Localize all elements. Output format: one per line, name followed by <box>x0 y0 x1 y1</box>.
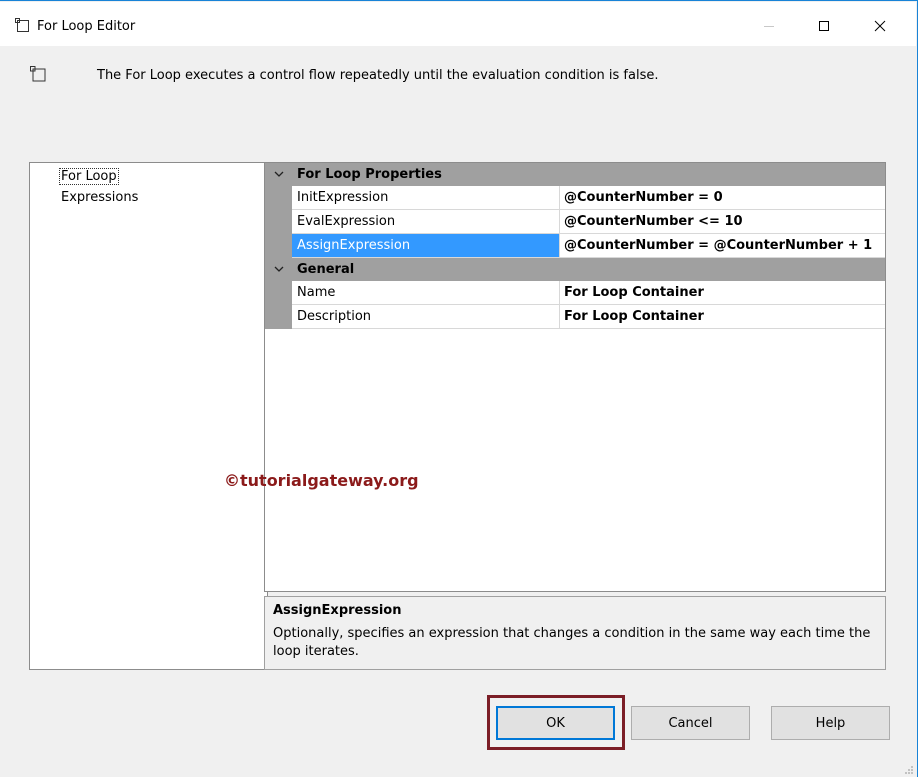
help-panel: AssignExpression Optionally, specifies a… <box>264 596 886 670</box>
chevron-down-icon[interactable] <box>273 263 285 275</box>
category-general[interactable]: General <box>265 258 885 281</box>
help-title: AssignExpression <box>273 603 402 618</box>
property-name: Name <box>292 281 560 304</box>
maximize-button[interactable] <box>802 6 846 46</box>
close-button[interactable] <box>858 6 902 46</box>
resize-grip-icon[interactable] <box>900 761 914 775</box>
property-row-initexpression[interactable]: InitExpression @CounterNumber = 0 <box>292 186 885 210</box>
property-row-name[interactable]: Name For Loop Container <box>292 281 885 305</box>
nav-item-expressions[interactable]: Expressions <box>61 190 138 205</box>
grid-margin <box>265 186 292 258</box>
close-icon <box>874 20 886 32</box>
watermark: ©tutorialgateway.org <box>224 471 419 490</box>
maximize-icon <box>819 21 829 31</box>
category-for-loop-properties[interactable]: For Loop Properties <box>265 163 885 186</box>
minimize-button[interactable] <box>747 6 791 46</box>
property-name: InitExpression <box>292 186 560 209</box>
window-title: For Loop Editor <box>37 19 136 34</box>
minimize-icon <box>764 26 774 27</box>
help-button[interactable]: Help <box>771 706 890 740</box>
title-bar[interactable]: For Loop Editor <box>0 2 916 46</box>
property-name: AssignExpression <box>292 234 560 257</box>
container-icon <box>15 18 29 32</box>
property-value[interactable]: For Loop Container <box>560 305 885 328</box>
category-label: General <box>297 262 355 277</box>
container-icon <box>30 66 46 82</box>
help-text: Optionally, specifies an expression that… <box>273 626 871 659</box>
editor-description: The For Loop executes a control flow rep… <box>97 68 659 83</box>
for-loop-editor-window: For Loop Editor The For Loop executes a … <box>0 0 918 777</box>
category-label: For Loop Properties <box>297 167 442 182</box>
property-grid: For Loop Properties InitExpression @Coun… <box>264 162 886 592</box>
property-value[interactable]: @CounterNumber = @CounterNumber + 1 <box>560 234 885 257</box>
nav-item-for-loop[interactable]: For Loop <box>59 168 119 185</box>
property-name: Description <box>292 305 560 328</box>
property-row-evalexpression[interactable]: EvalExpression @CounterNumber <= 10 <box>292 210 885 234</box>
page-list: For Loop Expressions <box>29 162 268 670</box>
property-row-assignexpression[interactable]: AssignExpression @CounterNumber = @Count… <box>292 234 885 258</box>
grid-margin <box>265 281 292 329</box>
property-value[interactable]: @CounterNumber <= 10 <box>560 210 885 233</box>
property-value[interactable]: @CounterNumber = 0 <box>560 186 885 209</box>
ok-button[interactable]: OK <box>496 706 615 740</box>
chevron-down-icon[interactable] <box>273 168 285 180</box>
property-value[interactable]: For Loop Container <box>560 281 885 304</box>
property-row-description[interactable]: Description For Loop Container <box>292 305 885 329</box>
cancel-button[interactable]: Cancel <box>631 706 750 740</box>
property-name: EvalExpression <box>292 210 560 233</box>
